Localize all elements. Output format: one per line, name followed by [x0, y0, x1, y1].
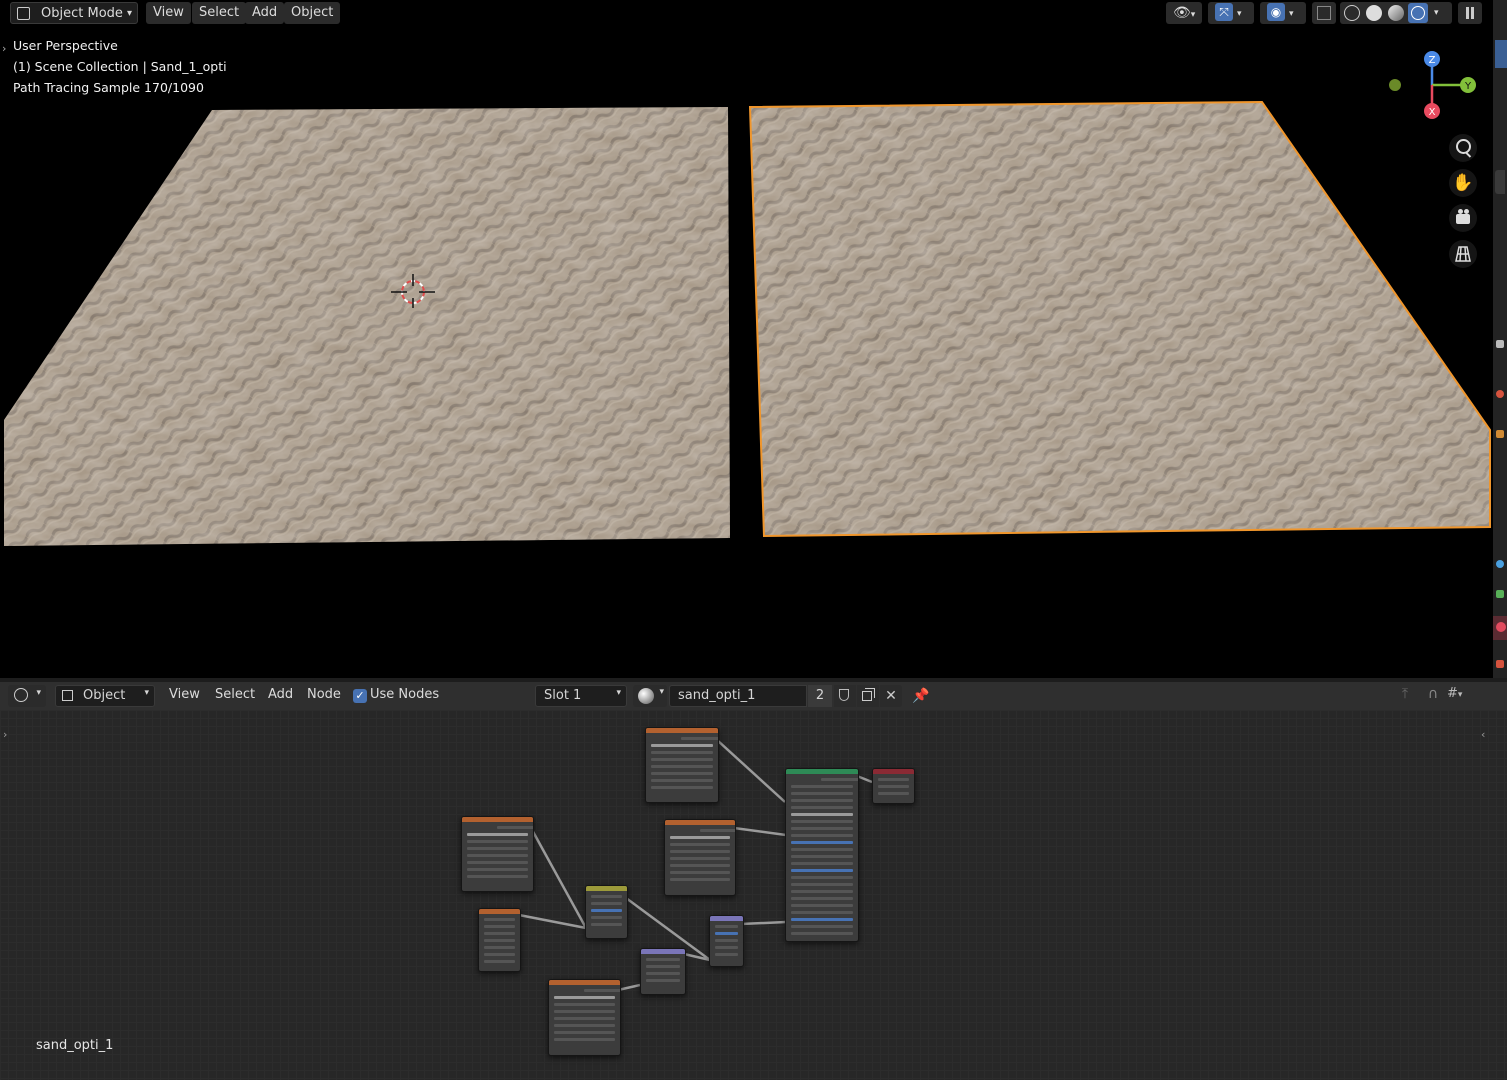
toolbar-expand-arrow[interactable]: ›: [2, 42, 6, 55]
bump-node[interactable]: [709, 915, 744, 967]
use-nodes-checkbox[interactable]: ✓: [353, 689, 367, 703]
ortho-toggle-button[interactable]: [1449, 240, 1477, 268]
slot-select[interactable]: Slot 1 ▾: [535, 685, 627, 707]
duplicate-material-button[interactable]: [857, 685, 879, 707]
shading-material-icon[interactable]: [1388, 5, 1404, 21]
perspective-label: User Perspective: [13, 38, 118, 53]
principled-bsdf-node[interactable]: [785, 768, 859, 942]
hand-pan-icon: ✋: [1452, 173, 1474, 193]
parent-node-tree-button[interactable]: ⤒: [1394, 686, 1416, 706]
mapping-node[interactable]: [478, 908, 521, 972]
shading-rendered-icon[interactable]: [1408, 3, 1428, 23]
image-texture-node-top[interactable]: [645, 727, 719, 803]
chevron-down-icon: ▾: [126, 8, 132, 19]
magnet-icon: ∩: [1427, 686, 1439, 702]
overlay-toggle[interactable]: ◉ ▾: [1260, 2, 1306, 24]
viewport-scene: [4, 100, 1491, 546]
collection-label: (1) Scene Collection | Sand_1_opti: [13, 59, 227, 74]
menu-object[interactable]: Object: [284, 2, 341, 24]
unlink-material-button[interactable]: ✕: [880, 685, 902, 707]
grid-ortho-icon: [1455, 246, 1471, 262]
image-texture-node-middle[interactable]: [664, 819, 736, 896]
menu-select[interactable]: Select: [192, 2, 247, 24]
material-name-field[interactable]: sand_opti_1: [669, 685, 807, 707]
material-sphere-icon: [638, 688, 654, 704]
use-nodes-label: Use Nodes: [370, 687, 440, 702]
visibility-icon: 👁: [1173, 5, 1191, 21]
grid-snap-icon: #: [1447, 686, 1458, 701]
node-links: [518, 739, 873, 992]
pan-button[interactable]: ✋: [1449, 169, 1477, 197]
gizmo-x-label: X: [1429, 107, 1436, 118]
shader-type-select[interactable]: Object ▾: [55, 685, 155, 707]
chevron-down-icon[interactable]: ▾: [1434, 2, 1439, 24]
chevron-down-icon: ▾: [659, 687, 664, 697]
editor-type-icon: [17, 7, 30, 20]
arrow-up-icon: ⤒: [1401, 686, 1409, 702]
menu-add[interactable]: Add: [245, 2, 285, 24]
material-caption: sand_opti_1: [36, 1038, 114, 1053]
chevron-down-icon: ▾: [616, 688, 621, 698]
shading-buttons: ▾: [1340, 2, 1452, 24]
close-icon: ✕: [885, 688, 897, 704]
gizmo-icon: ⤧: [1215, 3, 1233, 21]
user-count[interactable]: 2: [808, 685, 832, 707]
shader-type-label: Object: [83, 688, 126, 703]
node-editor-canvas[interactable]: › ‹ sand_opti_1: [0, 710, 1507, 1080]
visibility-dropdown[interactable]: 👁▾: [1166, 2, 1202, 24]
gizmo-toggle[interactable]: ⤧ ▾: [1208, 2, 1254, 24]
properties-tab-strip[interactable]: [1493, 0, 1507, 678]
editor-type-button[interactable]: ▾: [8, 685, 46, 707]
pin-icon: 📌: [912, 688, 930, 704]
chevron-down-icon: ▾: [36, 688, 41, 698]
mode-select[interactable]: Object Mode ▾: [10, 2, 138, 24]
shader-editor-icon: [14, 688, 28, 702]
node-editor-header: ▾ Object ▾ View Select Add Node ✓ Use No…: [0, 682, 1507, 710]
camera-icon: [1456, 214, 1470, 224]
node-menu-select[interactable]: Select: [215, 687, 255, 702]
shading-solid-icon[interactable]: [1366, 5, 1382, 21]
material-browse-button[interactable]: ▾: [633, 685, 667, 707]
mode-label: Object Mode: [41, 6, 123, 21]
shading-wire-icon[interactable]: [1344, 5, 1360, 21]
snap-toggle[interactable]: ∩: [1422, 686, 1444, 706]
slot-label: Slot 1: [544, 688, 582, 703]
navigation-gizmo[interactable]: Z Y X: [1385, 48, 1485, 124]
zoom-icon: [1456, 139, 1471, 154]
node-menu-add[interactable]: Add: [268, 687, 293, 702]
image-texture-node-left[interactable]: [461, 816, 534, 892]
gizmo-z-label: Z: [1429, 55, 1436, 66]
overlay-icon: ◉: [1267, 3, 1285, 21]
gizmo-y-label: Y: [1464, 81, 1472, 92]
object-icon: [62, 690, 73, 701]
node-menu-node[interactable]: Node: [307, 687, 341, 702]
mix-rgb-node[interactable]: [585, 885, 628, 939]
menu-view[interactable]: View: [146, 2, 191, 24]
converter-node[interactable]: [640, 948, 686, 995]
chevron-down-icon: ▾: [144, 688, 149, 698]
image-texture-node-bottom[interactable]: [548, 979, 621, 1056]
xray-toggle[interactable]: [1312, 2, 1336, 24]
render-status: Path Tracing Sample 170/1090: [13, 80, 204, 95]
material-output-node[interactable]: [872, 768, 915, 804]
material-name: sand_opti_1: [678, 688, 756, 703]
fake-user-button[interactable]: [834, 685, 856, 707]
sidebar-toggle[interactable]: [1458, 2, 1482, 24]
snap-options[interactable]: #▾: [1447, 686, 1483, 706]
3d-viewport[interactable]: Object Mode ▾ View Select Add Object 👁▾ …: [0, 0, 1493, 678]
shield-icon: [839, 689, 849, 701]
camera-button[interactable]: [1449, 204, 1477, 232]
node-menu-view[interactable]: View: [169, 687, 200, 702]
xray-icon: [1317, 6, 1331, 20]
pin-button[interactable]: 📌: [910, 685, 932, 707]
zoom-button[interactable]: [1449, 134, 1477, 162]
